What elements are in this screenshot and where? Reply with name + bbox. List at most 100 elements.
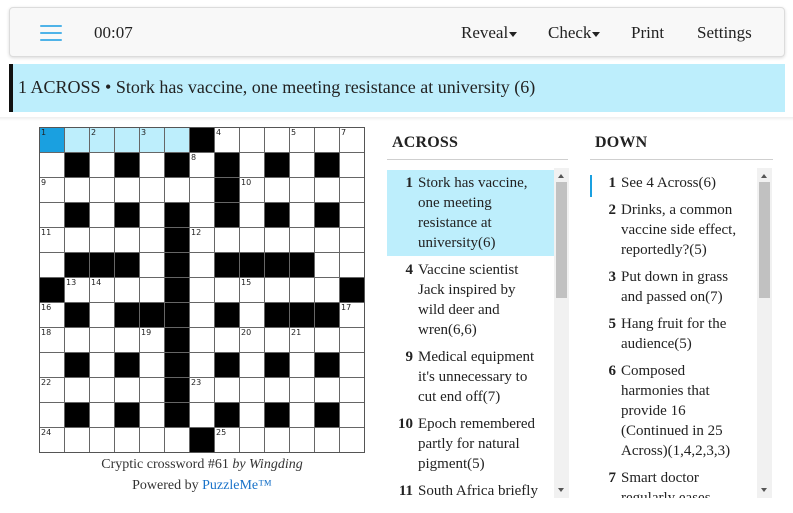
reveal-menu[interactable]: Reveal — [461, 23, 518, 43]
grid-cell[interactable] — [240, 378, 265, 403]
grid-cell[interactable] — [190, 178, 215, 203]
grid-cell[interactable]: 8 — [190, 153, 215, 178]
grid-cell[interactable]: 19 — [140, 328, 165, 353]
grid-cell[interactable] — [40, 403, 65, 428]
grid-cell[interactable]: 22 — [40, 378, 65, 403]
grid-cell[interactable] — [340, 178, 364, 203]
grid-cell[interactable] — [190, 353, 215, 378]
grid-cell[interactable] — [190, 203, 215, 228]
grid-cell[interactable] — [265, 178, 290, 203]
grid-cell[interactable] — [290, 278, 315, 303]
grid-cell[interactable] — [90, 228, 115, 253]
grid-cell[interactable] — [90, 378, 115, 403]
grid-cell[interactable] — [65, 328, 90, 353]
grid-cell[interactable] — [115, 278, 140, 303]
down-clue-6[interactable]: 6 Composed harmonies that provide 16 (Contin… — [590, 358, 757, 464]
grid-cell[interactable] — [140, 353, 165, 378]
grid-cell[interactable] — [240, 303, 265, 328]
grid-cell[interactable] — [265, 228, 290, 253]
grid-cell[interactable] — [315, 278, 340, 303]
print-button[interactable]: Print — [631, 23, 664, 43]
grid-cell[interactable]: 18 — [40, 328, 65, 353]
grid-cell[interactable] — [115, 328, 140, 353]
grid-cell[interactable] — [190, 253, 215, 278]
grid-cell[interactable] — [265, 278, 290, 303]
grid-cell[interactable] — [215, 278, 240, 303]
grid-cell[interactable] — [315, 253, 340, 278]
grid-cell[interactable] — [65, 178, 90, 203]
grid-cell[interactable] — [340, 153, 364, 178]
grid-cell[interactable] — [240, 128, 265, 153]
grid-cell[interactable] — [240, 228, 265, 253]
grid-cell[interactable]: 3 — [140, 128, 165, 153]
grid-cell[interactable] — [140, 428, 165, 452]
grid-cell[interactable] — [140, 278, 165, 303]
grid-cell[interactable] — [215, 378, 240, 403]
grid-cell[interactable] — [115, 428, 140, 452]
grid-cell[interactable] — [315, 178, 340, 203]
grid-cell[interactable] — [265, 378, 290, 403]
scroll-thumb[interactable] — [556, 182, 567, 298]
down-scrollbar[interactable] — [757, 168, 772, 498]
grid-cell[interactable] — [140, 403, 165, 428]
grid-cell[interactable] — [340, 203, 364, 228]
grid-cell[interactable] — [240, 403, 265, 428]
grid-cell[interactable] — [190, 403, 215, 428]
grid-cell[interactable] — [40, 203, 65, 228]
grid-cell[interactable] — [265, 128, 290, 153]
down-clue-2[interactable]: 2 Drinks, a common vaccine side effect, rep… — [590, 197, 757, 263]
grid-cell[interactable] — [340, 328, 364, 353]
grid-cell[interactable] — [165, 428, 190, 452]
across-clue-10[interactable]: 10 Epoch remembered partly for natural pigm… — [387, 411, 554, 477]
grid-cell[interactable] — [315, 378, 340, 403]
grid-cell[interactable]: 25 — [215, 428, 240, 452]
scroll-up-icon[interactable] — [761, 174, 767, 178]
scroll-down-icon[interactable] — [558, 488, 564, 492]
grid-cell[interactable]: 12 — [190, 228, 215, 253]
grid-cell[interactable] — [140, 253, 165, 278]
grid-cell[interactable] — [40, 153, 65, 178]
grid-cell[interactable] — [240, 353, 265, 378]
grid-cell[interactable] — [290, 228, 315, 253]
grid-cell[interactable] — [340, 228, 364, 253]
across-clue-1[interactable]: 1 Stork has vaccine, one meeting resistance… — [387, 170, 554, 256]
grid-cell[interactable]: 20 — [240, 328, 265, 353]
grid-cell[interactable] — [90, 428, 115, 452]
grid-cell[interactable]: 15 — [240, 278, 265, 303]
grid-cell[interactable] — [290, 428, 315, 452]
down-clue-7[interactable]: 7 Smart doctor regularly eases — [590, 465, 757, 498]
grid-cell[interactable] — [290, 153, 315, 178]
check-menu[interactable]: Check — [548, 23, 601, 43]
grid-cell[interactable] — [315, 228, 340, 253]
grid-cell[interactable] — [115, 128, 140, 153]
grid-cell[interactable]: 9 — [40, 178, 65, 203]
grid-cell[interactable] — [90, 178, 115, 203]
grid-cell[interactable]: 5 — [290, 128, 315, 153]
grid-cell[interactable] — [190, 303, 215, 328]
grid-cell[interactable] — [140, 203, 165, 228]
grid-cell[interactable] — [290, 203, 315, 228]
grid-cell[interactable] — [90, 303, 115, 328]
grid-cell[interactable] — [140, 178, 165, 203]
grid-cell[interactable] — [115, 178, 140, 203]
grid-cell[interactable] — [140, 378, 165, 403]
down-clue-1[interactable]: 1 See 4 Across(6) — [590, 170, 757, 197]
grid-cell[interactable]: 1 — [40, 128, 65, 153]
grid-cell[interactable]: 7 — [340, 128, 364, 153]
grid-cell[interactable] — [40, 353, 65, 378]
grid-cell[interactable]: 11 — [40, 228, 65, 253]
grid-cell[interactable] — [315, 328, 340, 353]
grid-cell[interactable] — [290, 403, 315, 428]
grid-cell[interactable] — [65, 128, 90, 153]
across-clue-4[interactable]: 4 Vaccine scientist Jack inspired by wild d… — [387, 257, 554, 343]
grid-cell[interactable]: 13 — [65, 278, 90, 303]
scroll-up-icon[interactable] — [558, 174, 564, 178]
grid-cell[interactable] — [340, 403, 364, 428]
scroll-thumb[interactable] — [759, 182, 770, 298]
grid-cell[interactable]: 17 — [340, 303, 364, 328]
grid-cell[interactable] — [340, 253, 364, 278]
grid-cell[interactable] — [190, 328, 215, 353]
grid-cell[interactable] — [265, 428, 290, 452]
grid-cell[interactable] — [265, 328, 290, 353]
grid-cell[interactable] — [315, 428, 340, 452]
